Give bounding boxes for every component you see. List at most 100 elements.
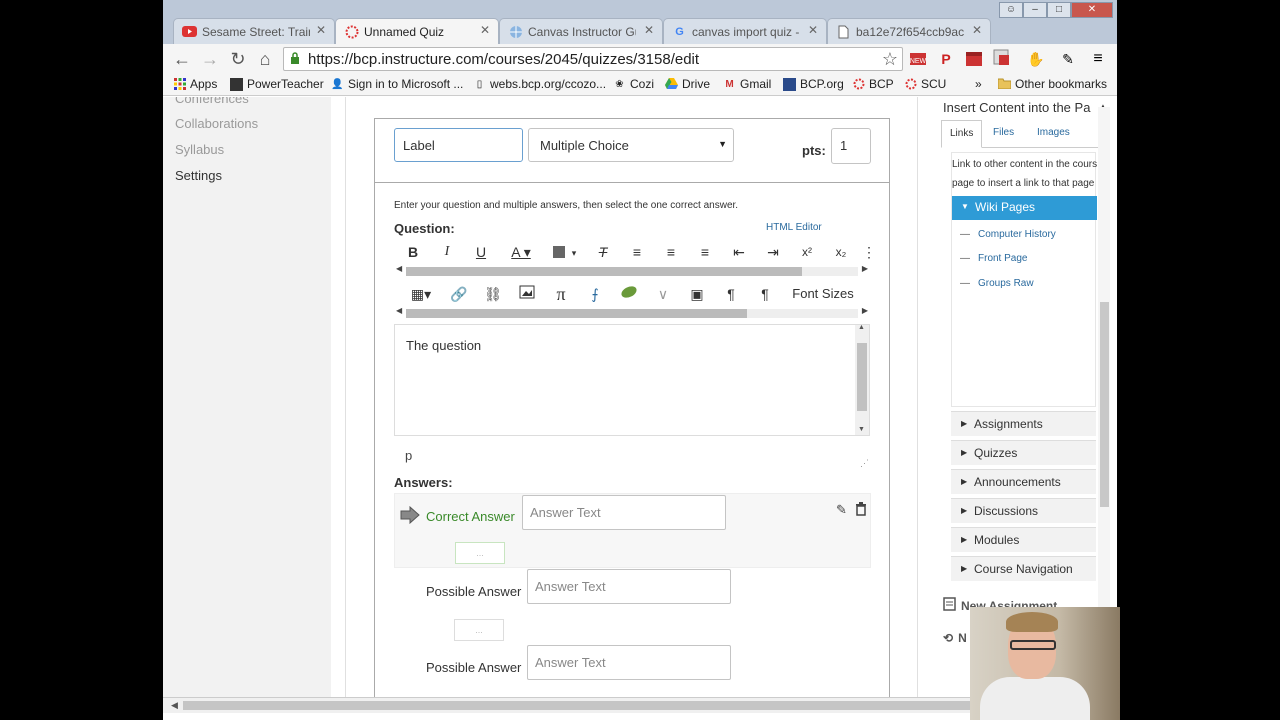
media-icon[interactable]	[618, 283, 640, 305]
bookmark-bcp[interactable]: BCP	[852, 77, 894, 91]
close-tab-icon[interactable]: ✕	[644, 23, 654, 37]
clear-formatting-icon[interactable]: T	[592, 241, 614, 263]
answer-comment[interactable]: ...	[454, 619, 504, 641]
pinterest-icon[interactable]: P	[936, 49, 956, 69]
bookmark-webs-bcp[interactable]: ▯ webs.bcp.org/ccozo...	[473, 77, 606, 91]
close-tab-icon[interactable]: ✕	[808, 23, 818, 37]
question-name-input[interactable]: Label	[394, 128, 523, 162]
editor-scrollbar[interactable]: ▲ ▼	[855, 324, 869, 435]
tab-sesame-street[interactable]: Sesame Street: Train - ✕	[173, 18, 335, 44]
text-color-icon[interactable]: A ▾	[504, 241, 538, 263]
align-right-icon[interactable]: ≡	[694, 241, 716, 263]
nav-syllabus[interactable]: Syllabus	[175, 142, 224, 157]
align-center-icon[interactable]: ≡	[660, 241, 682, 263]
other-bookmarks[interactable]: Other bookmarks	[997, 77, 1107, 91]
points-input[interactable]: 1	[831, 128, 871, 164]
tab-canvas-guide[interactable]: Canvas Instructor Guid ✕	[499, 18, 663, 44]
align-left-icon[interactable]: ≡	[626, 241, 648, 263]
answer-comment[interactable]: ...	[455, 542, 505, 564]
bookmark-drive[interactable]: Drive	[665, 77, 710, 91]
tab-links[interactable]: Links	[941, 120, 983, 148]
nav-collaborations[interactable]: Collaborations	[175, 116, 258, 131]
unlink-icon[interactable]: ⛓	[482, 283, 504, 305]
subscript-icon[interactable]: x₂	[830, 241, 852, 263]
tab-google-search[interactable]: G canvas import quiz - G ✕	[663, 18, 827, 44]
scroll-left-icon[interactable]: ◀	[396, 306, 402, 315]
edit-pencil-icon[interactable]: ✎	[836, 502, 847, 518]
calendar-extension-icon[interactable]	[964, 49, 984, 69]
resize-handle-icon[interactable]: ⋰	[860, 458, 869, 469]
minimize-icon[interactable]: –	[1023, 2, 1047, 18]
superscript-icon[interactable]: x²	[796, 241, 818, 263]
image-icon[interactable]	[516, 283, 538, 305]
video-icon[interactable]: ▣	[686, 283, 708, 305]
scroll-right-icon[interactable]: ▶	[862, 306, 868, 315]
close-tab-icon[interactable]: ✕	[316, 23, 326, 37]
bookmark-microsoft[interactable]: 👤 Sign in to Microsoft ...	[331, 77, 463, 91]
table-icon[interactable]: ▦▾	[404, 283, 438, 305]
scroll-left-icon[interactable]: ◀	[171, 700, 178, 711]
scroll-up-icon[interactable]: ▲	[858, 324, 865, 331]
wiki-pages-header[interactable]: ▼ Wiki Pages	[952, 196, 1097, 220]
link-icon[interactable]: 🔗	[448, 283, 470, 305]
menu-icon[interactable]: ≡	[1088, 49, 1108, 69]
scroll-right-icon[interactable]: ▶	[862, 264, 868, 273]
new-item-link[interactable]: ⟲ N	[943, 631, 967, 645]
bold-icon[interactable]: B	[402, 241, 424, 263]
new-extension-icon[interactable]: NEW	[908, 49, 928, 69]
section-course-navigation[interactable]: ▶ Course Navigation	[951, 556, 1096, 581]
wiki-item-computer-history[interactable]: — Computer History	[960, 229, 1056, 240]
background-color-icon[interactable]: ▾	[548, 241, 582, 263]
trash-icon[interactable]	[855, 502, 867, 521]
bookmark-gmail[interactable]: M Gmail	[723, 77, 771, 91]
indent-icon[interactable]: ⇥	[762, 241, 784, 263]
tab-images[interactable]: Images	[1029, 120, 1078, 148]
question-editor[interactable]: The question ▲ ▼	[394, 324, 870, 436]
close-window-icon[interactable]: ✕	[1071, 2, 1113, 18]
sidebar-scrollbar[interactable]	[1098, 107, 1110, 687]
bookmark-cozi[interactable]: ❀ Cozi	[613, 77, 654, 91]
font-sizes-menu[interactable]: Font Sizes	[788, 283, 858, 305]
ltr-icon[interactable]: ¶	[720, 283, 742, 305]
section-modules[interactable]: ▶ Modules	[951, 527, 1096, 552]
scroll-thumb[interactable]	[406, 309, 747, 318]
scroll-left-icon[interactable]: ◀	[396, 264, 402, 273]
more-icon[interactable]: ⋮	[858, 241, 880, 263]
section-announcements[interactable]: ▶ Announcements	[951, 469, 1096, 494]
wiki-item-front-page[interactable]: — Front Page	[960, 253, 1027, 264]
outdent-icon[interactable]: ⇤	[728, 241, 750, 263]
tab-file[interactable]: ba12e72f654ccb9ac92 ✕	[827, 18, 991, 44]
html-editor-link[interactable]: HTML Editor	[766, 222, 822, 233]
equation-icon[interactable]: π	[550, 283, 572, 305]
bookmark-scu[interactable]: SCU	[904, 77, 946, 91]
hand-icon[interactable]: ✋	[1026, 49, 1046, 69]
section-quizzes[interactable]: ▶ Quizzes	[951, 440, 1096, 465]
forward-icon[interactable]: →	[199, 49, 221, 71]
bookmark-powerteacher[interactable]: PowerTeacher	[230, 77, 324, 91]
maximize-icon[interactable]: □	[1047, 2, 1071, 18]
address-bar[interactable]: https://bcp.instructure.com/courses/2045…	[283, 47, 903, 71]
answer-text-input[interactable]: Answer Text	[522, 495, 726, 530]
tab-unnamed-quiz[interactable]: Unnamed Quiz ✕	[335, 18, 499, 44]
rtl-icon[interactable]: ¶	[754, 283, 776, 305]
bookmarks-overflow[interactable]: »	[975, 77, 982, 91]
user-icon[interactable]: ☺	[999, 2, 1023, 18]
back-icon[interactable]: ←	[171, 49, 193, 71]
nav-settings[interactable]: Settings	[175, 168, 222, 183]
answer-text-input[interactable]: Answer Text	[527, 569, 731, 604]
nav-conferences[interactable]: Conferences	[175, 97, 249, 106]
question-type-select[interactable]: Multiple Choice ▼	[528, 128, 734, 162]
underline-icon[interactable]: U	[470, 241, 492, 263]
close-tab-icon[interactable]: ✕	[480, 23, 490, 37]
toolbar-scrollbar-2[interactable]: ◀ ▶	[394, 306, 870, 318]
bookmark-star-icon[interactable]: ☆	[882, 49, 898, 70]
close-tab-icon[interactable]: ✕	[972, 23, 982, 37]
home-icon[interactable]: ⌂	[254, 49, 276, 71]
section-discussions[interactable]: ▶ Discussions	[951, 498, 1096, 523]
bookmark-bcp-org[interactable]: BCP.org	[783, 77, 844, 91]
scroll-down-icon[interactable]: ▼	[858, 426, 865, 433]
section-assignments[interactable]: ▶ Assignments	[951, 411, 1096, 436]
math-icon[interactable]: ⨍	[584, 283, 606, 305]
pencil-extension-icon[interactable]: ✎	[1058, 49, 1078, 69]
toolbar-scrollbar-1[interactable]: ◀ ▶	[394, 264, 870, 276]
